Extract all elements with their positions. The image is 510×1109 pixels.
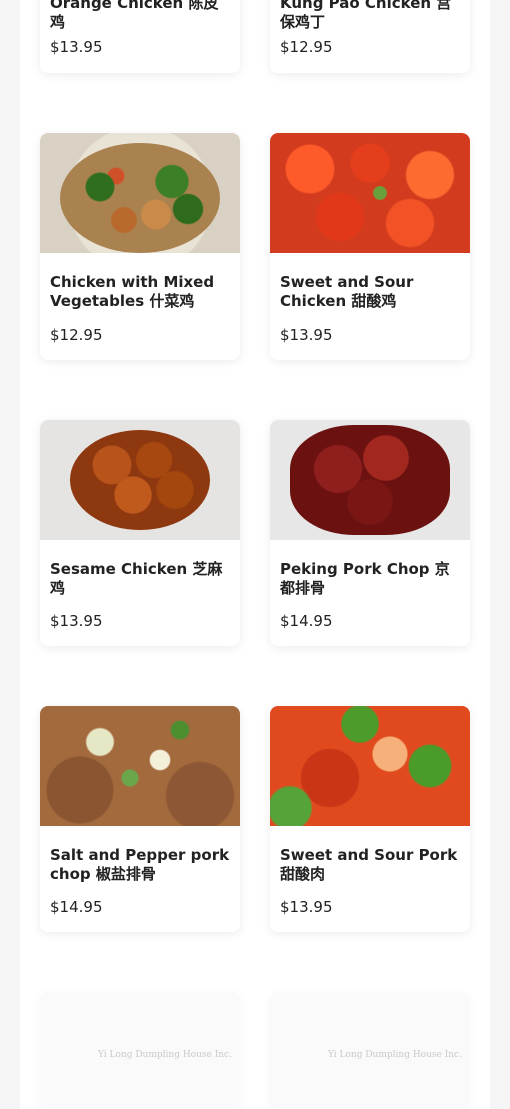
menu-item-card[interactable]: Orange Chicken 陈皮鸡 $13.95 — [40, 0, 240, 73]
menu-item-title: Sweet and Sour Pork 甜酸肉 — [280, 846, 458, 883]
dish-image — [270, 133, 470, 253]
menu-item-card[interactable]: Sweet and Sour Pork 甜酸肉 $13.95 — [270, 706, 470, 932]
menu-item-title: Salt and Pepper pork chop 椒盐排骨 — [50, 846, 230, 883]
dish-image — [40, 420, 240, 540]
menu-item-card[interactable]: Peking Pork Chop 京都排骨 $14.95 — [270, 420, 470, 646]
menu-item-title: Chicken with Mixed Vegetables 什菜鸡 — [50, 273, 215, 310]
menu-item-title: Kung Pao Chicken 宫保鸡丁 — [280, 0, 452, 31]
menu-item-title: Orange Chicken 陈皮鸡 — [50, 0, 219, 31]
placeholder-logo: Yi Long Dumpling House Inc. — [328, 1050, 462, 1060]
menu-item-card[interactable]: Sweet and Sour Chicken 甜酸鸡 $13.95 — [270, 133, 470, 360]
menu-item-title: Peking Pork Chop 京都排骨 — [280, 560, 450, 597]
menu-item-card-placeholder[interactable]: Yi Long Dumpling House Inc. — [270, 992, 470, 1109]
menu-item-card[interactable]: Sesame Chicken 芝麻鸡 $13.95 — [40, 420, 240, 646]
menu-item-title: Sesame Chicken 芝麻鸡 — [50, 560, 223, 597]
placeholder-logo: Yi Long Dumpling House Inc. — [98, 1050, 232, 1060]
dish-image — [40, 133, 240, 253]
menu-item-price: $13.95 — [50, 612, 103, 630]
menu-item-title: Sweet and Sour Chicken 甜酸鸡 — [280, 273, 414, 310]
dish-image — [270, 420, 470, 540]
menu-item-card[interactable]: Chicken with Mixed Vegetables 什菜鸡 $12.95 — [40, 133, 240, 360]
menu-item-card[interactable]: Salt and Pepper pork chop 椒盐排骨 $14.95 — [40, 706, 240, 932]
menu-item-price: $13.95 — [280, 898, 333, 916]
menu-item-price: $12.95 — [280, 38, 333, 56]
menu-item-price: $14.95 — [50, 898, 103, 916]
dish-image — [270, 706, 470, 826]
menu-item-price: $13.95 — [280, 326, 333, 344]
menu-item-price: $14.95 — [280, 612, 333, 630]
dish-image — [40, 706, 240, 826]
menu-item-price: $12.95 — [50, 326, 103, 344]
menu-item-price: $13.95 — [50, 38, 103, 56]
menu-item-card[interactable]: Kung Pao Chicken 宫保鸡丁 $12.95 — [270, 0, 470, 73]
menu-item-card-placeholder[interactable]: Yi Long Dumpling House Inc. — [40, 992, 240, 1109]
